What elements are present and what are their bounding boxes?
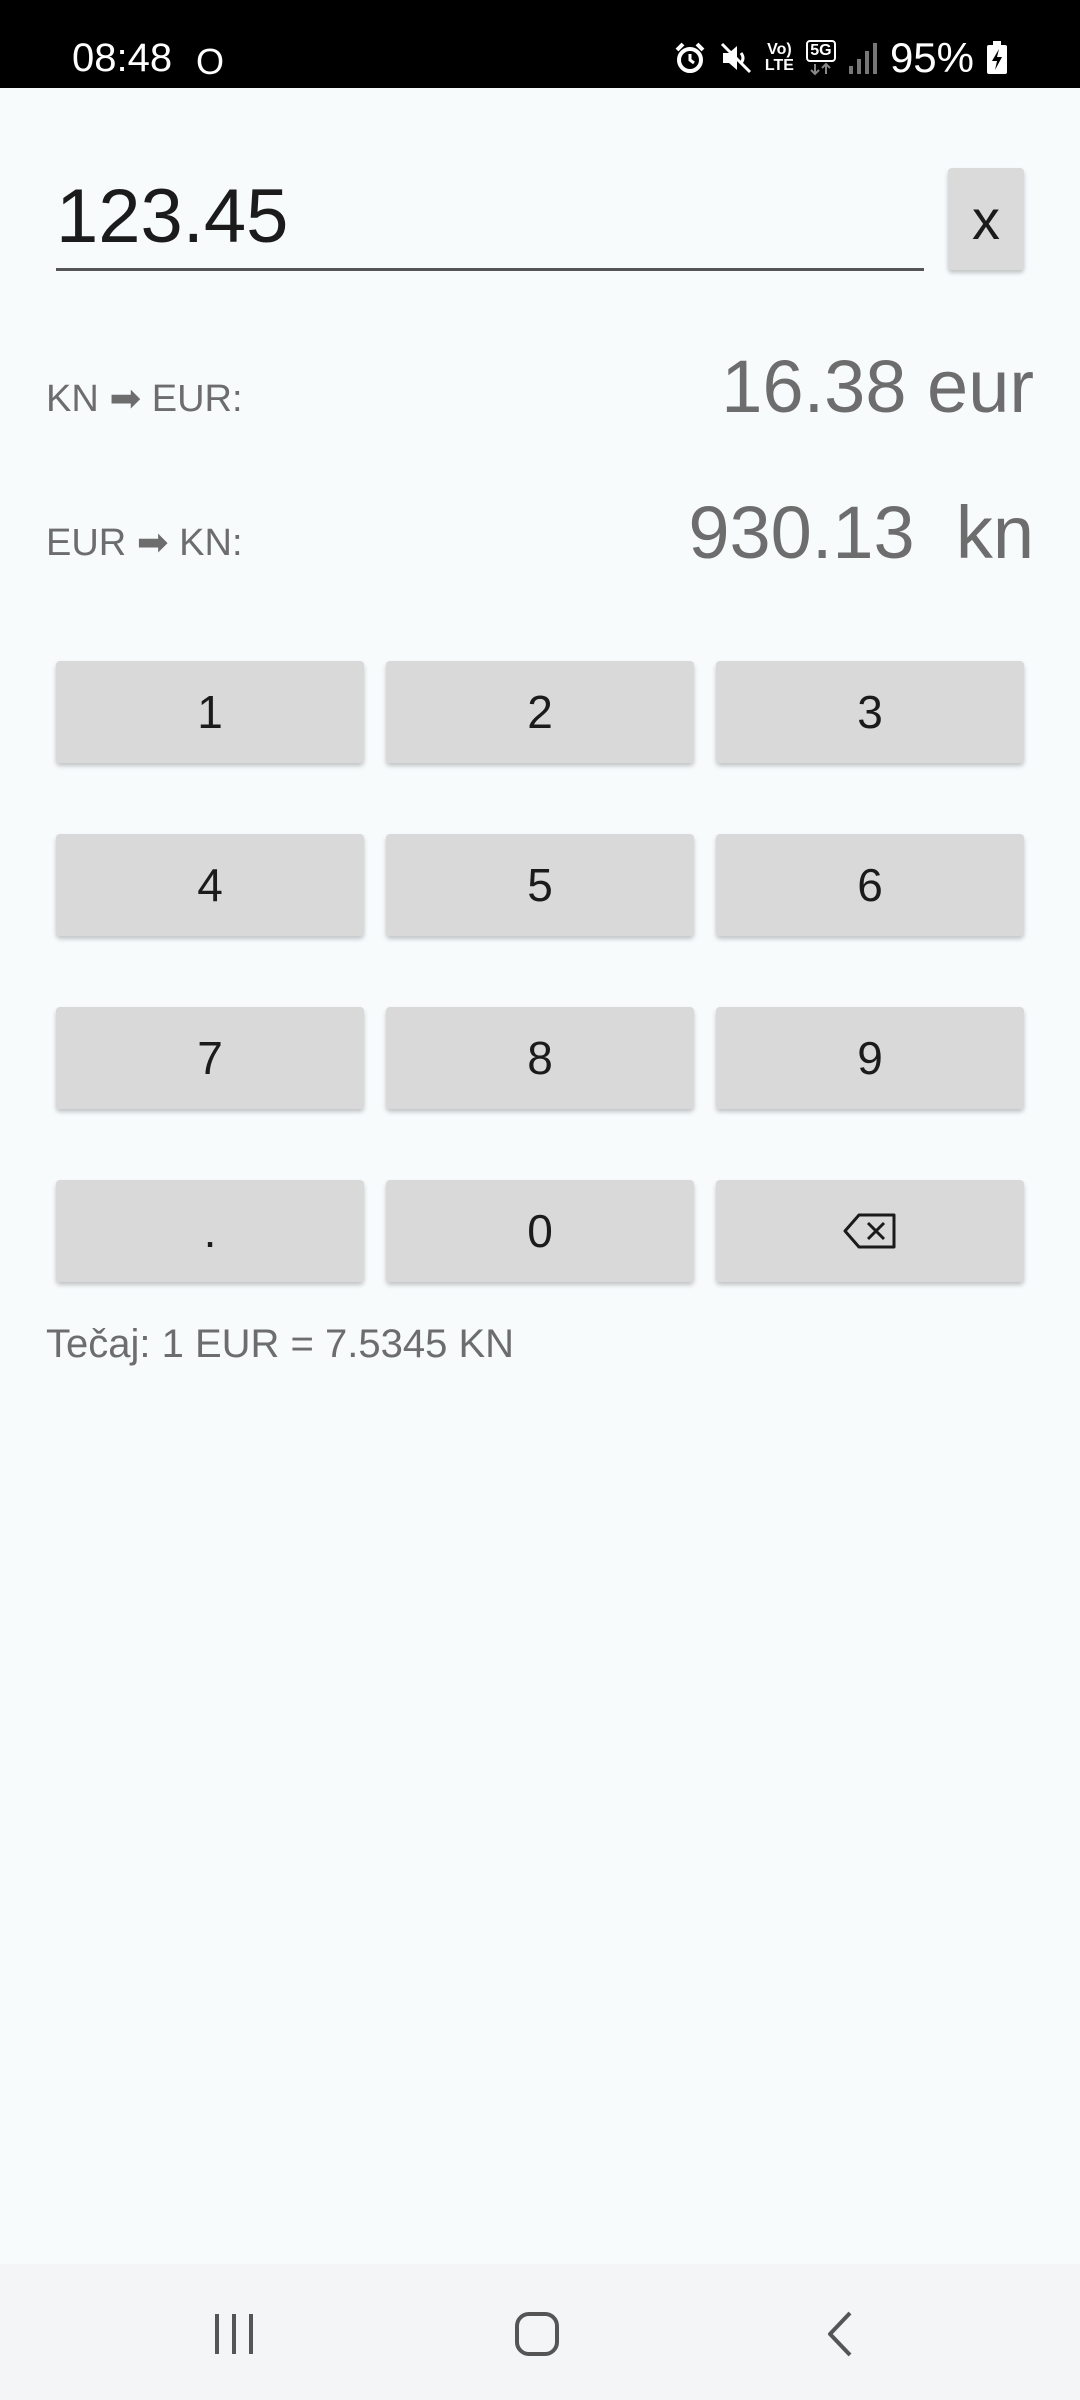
key-6[interactable]: 6 — [716, 834, 1024, 936]
status-time: 08:48 — [72, 36, 173, 80]
status-bar: 08:48 O Vo) LTE 5G 95% — [0, 0, 1080, 88]
notification-icon: O — [196, 41, 225, 82]
eur-to-kn-value: 930.13 kn — [688, 491, 1034, 574]
key-3[interactable]: 3 — [716, 661, 1024, 763]
key-decimal[interactable]: . — [56, 1180, 364, 1282]
key-9[interactable]: 9 — [716, 1007, 1024, 1109]
key-4[interactable]: 4 — [56, 834, 364, 936]
status-icons: Vo) LTE 5G 95% — [673, 36, 1008, 80]
home-icon[interactable] — [497, 2304, 577, 2364]
key-5[interactable]: 5 — [386, 834, 694, 936]
backspace-icon — [843, 1213, 897, 1249]
navigation-bar — [0, 2264, 1080, 2400]
volte-label-top: Vo) — [767, 41, 792, 58]
amount-input-value: 123.45 — [56, 174, 289, 259]
battery-charging-icon — [986, 41, 1008, 75]
recent-apps-icon[interactable] — [194, 2304, 274, 2364]
amount-input[interactable]: 123.45 — [56, 160, 924, 271]
5g-icon: 5G — [805, 40, 836, 76]
clear-button[interactable]: x — [948, 168, 1024, 270]
kn-to-eur-value: 16.38 eur — [721, 345, 1034, 428]
kn-to-eur-label: KN ➡ EUR: — [46, 378, 243, 420]
battery-percent: 95% — [889, 34, 974, 81]
volte-label-bottom: LTE — [764, 57, 794, 74]
key-0[interactable]: 0 — [386, 1180, 694, 1282]
backspace-button[interactable] — [716, 1180, 1024, 1282]
mute-icon — [719, 41, 753, 75]
back-icon[interactable] — [800, 2304, 880, 2364]
key-8[interactable]: 8 — [386, 1007, 694, 1109]
key-1[interactable]: 1 — [56, 661, 364, 763]
volte-icon: Vo) LTE — [765, 42, 794, 74]
alarm-icon — [673, 41, 707, 75]
exchange-rate-text: Tečaj: 1 EUR = 7.5345 KN — [46, 1322, 515, 1366]
key-2[interactable]: 2 — [386, 661, 694, 763]
network-label: 5G — [805, 40, 836, 62]
signal-icon — [848, 42, 878, 74]
eur-to-kn-label: EUR ➡ KN: — [46, 522, 243, 564]
key-7[interactable]: 7 — [56, 1007, 364, 1109]
